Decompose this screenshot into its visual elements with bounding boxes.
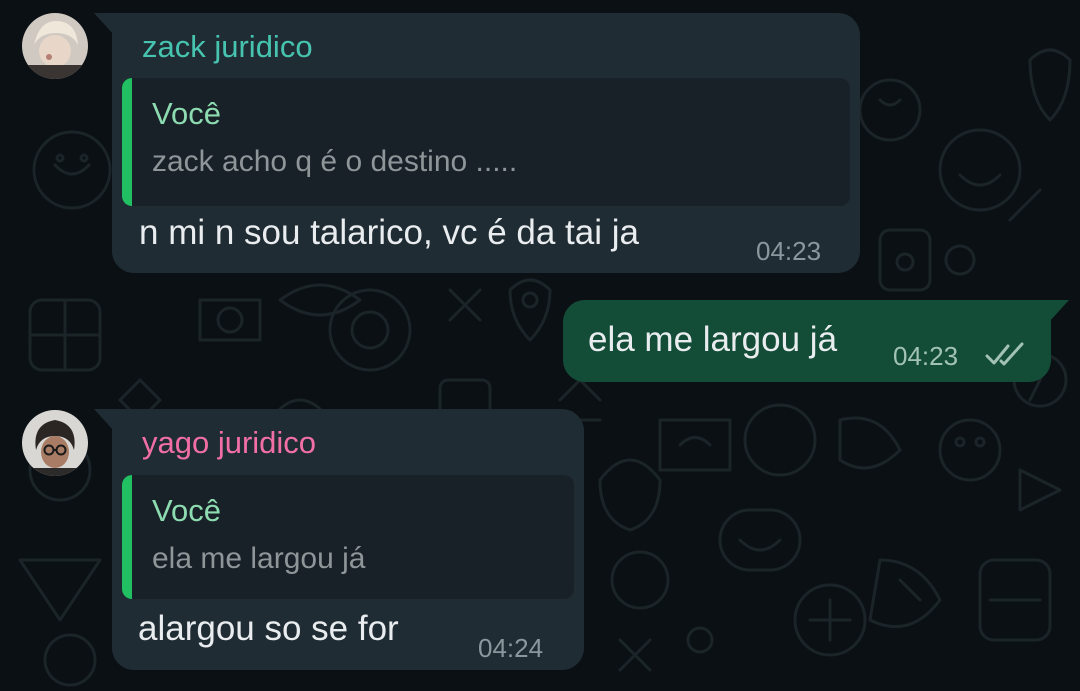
quote-bar <box>122 78 132 206</box>
quoted-message[interactable]: Você zack acho q é o destino ..... <box>122 78 850 206</box>
message-text: alargou so se for <box>138 609 399 648</box>
bubble-tail <box>94 409 114 431</box>
quote-author: Você <box>152 493 221 528</box>
sender-name[interactable]: zack juridico <box>142 29 313 65</box>
quote-text: zack acho q é o destino ..... <box>152 145 518 178</box>
message-bubble[interactable]: zack juridico Você zack acho q é o desti… <box>94 13 860 273</box>
avatar[interactable] <box>22 410 88 476</box>
quote-text: ela me largou já <box>152 542 366 575</box>
bubble-tail <box>1049 300 1069 322</box>
message-time: 04:23 <box>756 236 822 266</box>
quoted-message[interactable]: Você ela me largou já <box>122 475 574 599</box>
message-bubble-outgoing[interactable]: ela me largou já 04:23 <box>563 300 1069 382</box>
message-time: 04:23 <box>893 341 959 371</box>
avatar[interactable] <box>22 13 88 79</box>
avatar-zack-icon <box>22 13 88 79</box>
quote-author: Você <box>152 96 221 131</box>
message-text: n mi n sou talarico, vc é da tai ja <box>139 213 639 252</box>
quote-bar <box>122 475 132 599</box>
double-check-icon <box>985 342 1024 366</box>
avatar-yago-icon <box>22 410 88 476</box>
sender-name[interactable]: yago juridico <box>142 425 316 461</box>
bubble-tail <box>94 13 114 35</box>
message-text: ela me largou já <box>588 320 838 359</box>
message-time: 04:24 <box>478 633 544 663</box>
message-bubble[interactable]: yago juridico Você ela me largou já alar… <box>94 409 584 670</box>
